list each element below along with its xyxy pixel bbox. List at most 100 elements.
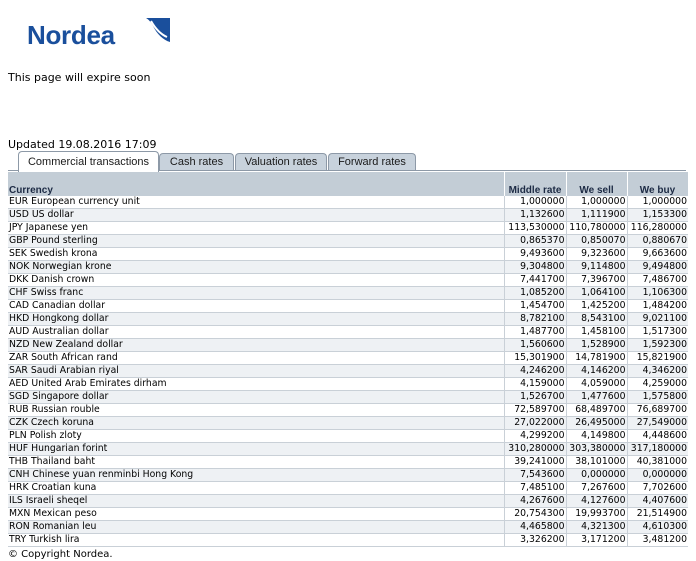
tab-cash-rates[interactable]: Cash rates — [159, 153, 234, 171]
cell-middle-rate: 1,560600 — [503, 338, 566, 352]
cell-we-buy: 15,821900 — [626, 351, 688, 365]
table-row: GBP Pound sterling 0,865370 0,850070 0,8806… — [8, 234, 688, 248]
table-row: NOK Norwegian krone 9,304800 9,114800 9,494… — [8, 260, 688, 274]
cell-we-sell: 4,127600 — [565, 494, 627, 508]
cell-middle-rate: 1,132600 — [503, 208, 566, 222]
cell-middle-rate: 1,526700 — [503, 390, 566, 404]
cell-currency: SGD Singapore dollar — [8, 390, 504, 404]
table-row: SGD Singapore dollar 1,526700 1,477600 1,57… — [8, 390, 688, 404]
cell-we-sell: 4,146200 — [565, 364, 627, 378]
cell-currency: EUR European currency unit — [8, 196, 504, 209]
table-row: CAD Canadian dollar 1,454700 1,425200 1,484… — [8, 299, 688, 313]
cell-we-buy: 9,663600 — [626, 247, 688, 261]
cell-middle-rate: 3,326200 — [503, 533, 566, 547]
table-row: USD US dollar 1,132600 1,111900 1,153300 — [8, 208, 688, 222]
cell-we-buy: 9,021100 — [626, 312, 688, 326]
cell-currency: CNH Chinese yuan renminbi Hong Kong — [8, 468, 504, 482]
tab-valuation-rates[interactable]: Valuation rates — [235, 153, 327, 171]
cell-middle-rate: 1,000000 — [503, 196, 566, 209]
cell-we-buy: 7,702600 — [626, 481, 688, 495]
cell-we-sell: 7,396700 — [565, 273, 627, 287]
cell-we-buy: 7,486700 — [626, 273, 688, 287]
table-row: CZK Czech koruna 27,022000 26,495000 27,549… — [8, 416, 688, 430]
cell-currency: ILS Israeli sheqel — [8, 494, 504, 508]
logo-wordmark: Nordea — [27, 20, 115, 50]
cell-we-sell: 1,064100 — [565, 286, 627, 300]
cell-middle-rate: 9,493600 — [503, 247, 566, 261]
cell-currency: MXN Mexican peso — [8, 507, 504, 521]
cell-middle-rate: 4,267600 — [503, 494, 566, 508]
cell-we-buy: 116,280000 — [626, 221, 688, 235]
table-row: CHF Swiss franc 1,085200 1,064100 1,106300 — [8, 286, 688, 300]
cell-we-sell: 0,000000 — [565, 468, 627, 482]
currency-rates-table: Currency Middle rate We sell We buy EUR … — [8, 172, 689, 547]
cell-middle-rate: 27,022000 — [503, 416, 566, 430]
header-we-sell: We sell — [566, 172, 628, 196]
cell-currency: CHF Swiss franc — [8, 286, 504, 300]
cell-currency: SEK Swedish krona — [8, 247, 504, 261]
cell-we-sell: 68,489700 — [565, 403, 627, 417]
cell-we-buy: 1,000000 — [626, 196, 688, 209]
tab-forward-rates[interactable]: Forward rates — [328, 153, 416, 171]
table-row: SAR Saudi Arabian riyal 4,246200 4,146200 4… — [8, 364, 688, 378]
table-row: TRY Turkish lira 3,326200 3,171200 3,481200 — [8, 533, 688, 547]
cell-we-sell: 14,781900 — [565, 351, 627, 365]
cell-we-sell: 4,321300 — [565, 520, 627, 534]
cell-middle-rate: 7,543600 — [503, 468, 566, 482]
cell-we-buy: 4,448600 — [626, 429, 688, 443]
table-row: EUR European currency unit 1,000000 1,0000… — [8, 196, 688, 209]
header-we-buy: We buy — [627, 172, 689, 196]
cell-currency: THB Thailand baht — [8, 455, 504, 469]
table-row: RON Romanian leu 4,465800 4,321300 4,610300 — [8, 520, 688, 534]
cell-we-buy: 0,880670 — [626, 234, 688, 248]
header-currency: Currency — [8, 172, 505, 196]
cell-we-sell: 8,543100 — [565, 312, 627, 326]
cell-currency: HUF Hungarian forint — [8, 442, 504, 456]
cell-currency: PLN Polish zloty — [8, 429, 504, 443]
table-row: DKK Danish crown 7,441700 7,396700 7,486700 — [8, 273, 688, 287]
cell-we-buy: 4,610300 — [626, 520, 688, 534]
cell-we-buy: 4,407600 — [626, 494, 688, 508]
table-row: AUD Australian dollar 1,487700 1,458100 1,5… — [8, 325, 688, 339]
cell-we-sell: 1,111900 — [565, 208, 627, 222]
cell-middle-rate: 1,085200 — [503, 286, 566, 300]
copyright-footer: © Copyright Nordea. — [8, 549, 113, 560]
cell-middle-rate: 15,301900 — [503, 351, 566, 365]
cell-we-buy: 27,549000 — [626, 416, 688, 430]
cell-we-sell: 1,425200 — [565, 299, 627, 313]
cell-middle-rate: 9,304800 — [503, 260, 566, 274]
cell-we-buy: 317,180000 — [626, 442, 688, 456]
cell-we-buy: 1,517300 — [626, 325, 688, 339]
cell-middle-rate: 4,299200 — [503, 429, 566, 443]
cell-middle-rate: 310,280000 — [503, 442, 566, 456]
cell-middle-rate: 7,485100 — [503, 481, 566, 495]
tab-commercial-transactions[interactable]: Commercial transactions — [18, 151, 159, 172]
cell-we-buy: 40,381000 — [626, 455, 688, 469]
cell-middle-rate: 72,589700 — [503, 403, 566, 417]
cell-currency: TRY Turkish lira — [8, 533, 504, 547]
cell-middle-rate: 39,241000 — [503, 455, 566, 469]
cell-currency: NOK Norwegian krone — [8, 260, 504, 274]
cell-we-sell: 1,528900 — [565, 338, 627, 352]
cell-currency: NZD New Zealand dollar — [8, 338, 504, 352]
table-row: MXN Mexican peso 20,754300 19,993700 21,514… — [8, 507, 688, 521]
cell-we-sell: 0,850070 — [565, 234, 627, 248]
cell-we-buy: 1,106300 — [626, 286, 688, 300]
cell-currency: CAD Canadian dollar — [8, 299, 504, 313]
cell-middle-rate: 4,246200 — [503, 364, 566, 378]
cell-middle-rate: 1,487700 — [503, 325, 566, 339]
cell-we-sell: 26,495000 — [565, 416, 627, 430]
cell-we-sell: 9,323600 — [565, 247, 627, 261]
cell-we-buy: 21,514900 — [626, 507, 688, 521]
cell-we-sell: 4,059000 — [565, 377, 627, 391]
table-row: RUB Russian rouble 72,589700 68,489700 76,6… — [8, 403, 688, 417]
header-middle-rate: Middle rate — [504, 172, 567, 196]
expire-notice: This page will expire soon — [8, 71, 151, 84]
table-row: ZAR South African rand 15,301900 14,781900… — [8, 351, 688, 365]
cell-we-buy: 1,484200 — [626, 299, 688, 313]
cell-middle-rate: 7,441700 — [503, 273, 566, 287]
cell-we-sell: 303,380000 — [565, 442, 627, 456]
cell-we-buy: 4,346200 — [626, 364, 688, 378]
cell-we-sell: 19,993700 — [565, 507, 627, 521]
cell-currency: DKK Danish crown — [8, 273, 504, 287]
